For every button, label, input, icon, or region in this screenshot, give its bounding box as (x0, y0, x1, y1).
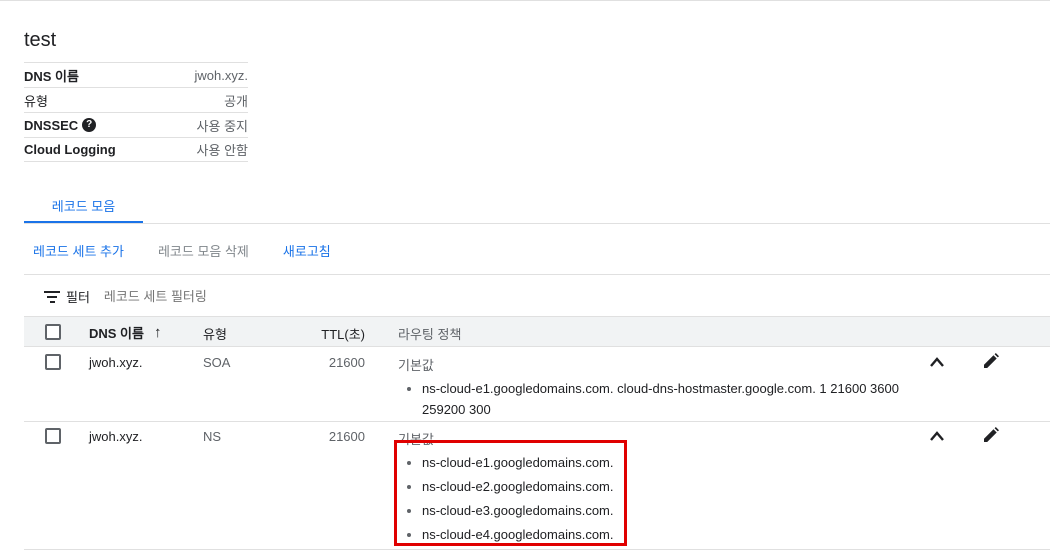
detail-row-cloud-logging: Cloud Logging 사용 안함 (24, 137, 248, 162)
table-header: DNS 이름 ↑ 유형 TTL(초) 라우팅 정책 (24, 316, 1050, 347)
action-divider (24, 274, 1050, 275)
table-row: jwoh.xyz. SOA 21600 기본값 ns-cloud-e1.goog… (24, 347, 1050, 422)
row-checkbox[interactable] (45, 428, 61, 444)
detail-label: 유형 (24, 93, 48, 109)
add-record-set-button[interactable]: 레코드 세트 추가 (33, 241, 124, 260)
record-type: SOA (203, 355, 231, 370)
record-ttl: 21600 (328, 429, 365, 444)
detail-value: 사용 중지 (196, 118, 248, 134)
detail-row-dnssec: DNSSEC ? 사용 중지 (24, 112, 248, 137)
column-header-type: 유형 (203, 327, 227, 342)
detail-value: 공개 (224, 93, 248, 109)
tab-divider (24, 223, 1050, 224)
filter-label: 필터 (66, 290, 90, 305)
record-name: jwoh.xyz. (89, 429, 143, 444)
filter-input[interactable] (103, 289, 304, 304)
detail-row-dns-name: DNS 이름 jwoh.xyz. (24, 62, 248, 87)
zone-details: DNS 이름 jwoh.xyz. 유형 공개 DNSSEC ? 사용 중지 Cl… (24, 62, 248, 162)
filter-icon[interactable] (44, 290, 60, 303)
highlight-box (394, 440, 627, 546)
record-type: NS (203, 429, 222, 444)
row-checkbox[interactable] (45, 354, 61, 370)
detail-label: DNSSEC (24, 117, 79, 133)
record-data-item: ns-cloud-e1.googledomains.com. cloud-dns… (398, 378, 923, 420)
record-data: 기본값 ns-cloud-e1.googledomains.com. cloud… (398, 355, 923, 423)
routing-policy: 기본값 (398, 358, 434, 373)
tab-record-sets[interactable]: 레코드 모음 (24, 186, 143, 223)
action-bar: 레코드 세트 추가 레코드 모음 삭제 새로고침 (33, 241, 365, 260)
detail-row-type: 유형 공개 (24, 87, 248, 112)
detail-value: jwoh.xyz. (194, 67, 248, 83)
column-header-label: DNS 이름 (89, 326, 144, 341)
edit-icon[interactable] (983, 353, 999, 369)
record-data-list: ns-cloud-e1.googledomains.com. cloud-dns… (398, 378, 923, 420)
column-header-dns-name[interactable]: DNS 이름 ↑ (89, 323, 161, 342)
detail-label: DNS 이름 (24, 68, 79, 84)
delete-record-sets-button[interactable]: 레코드 모음 삭제 (158, 241, 249, 260)
detail-label: Cloud Logging (24, 142, 116, 157)
column-header-routing-policy: 라우팅 정책 (398, 327, 462, 342)
column-header-ttl: TTL(초) (321, 327, 365, 342)
filter-bar: 필터 (44, 287, 304, 306)
detail-label-dnssec: DNSSEC ? (24, 117, 97, 133)
help-icon[interactable]: ? (82, 118, 97, 132)
edit-icon[interactable] (983, 427, 999, 443)
collapse-icon[interactable] (929, 430, 945, 442)
select-all-checkbox[interactable] (45, 324, 61, 340)
collapse-icon[interactable] (929, 356, 945, 368)
record-ttl: 21600 (328, 355, 365, 370)
record-name: jwoh.xyz. (89, 355, 143, 370)
zone-title: test (24, 29, 57, 51)
detail-value: 사용 안함 (196, 143, 248, 158)
sort-ascending-icon[interactable]: ↑ (154, 324, 162, 341)
refresh-button[interactable]: 새로고침 (283, 241, 331, 260)
top-divider (0, 0, 1050, 1)
